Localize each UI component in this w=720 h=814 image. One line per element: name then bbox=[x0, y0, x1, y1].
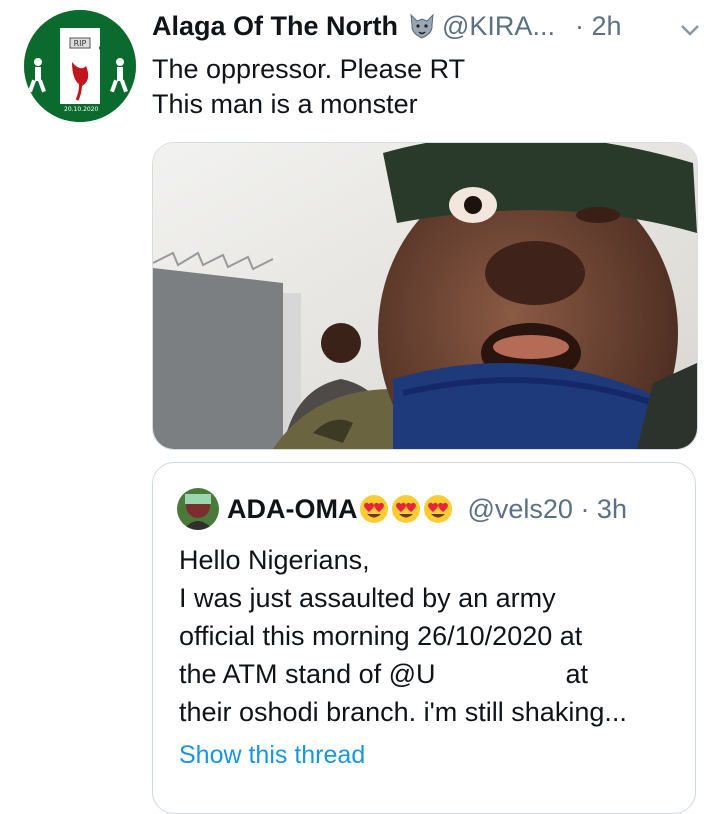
author-avatar[interactable]: RIP 20.10.2020 bbox=[24, 10, 136, 122]
quoted-author-avatar[interactable] bbox=[177, 488, 219, 530]
wolf-face-icon bbox=[408, 12, 436, 40]
tweet-text-line: The oppressor. Please RT bbox=[152, 54, 466, 84]
tweet-screen: { "tweet": { "author_name": "Alaga Of Th… bbox=[0, 0, 720, 814]
author-name[interactable]: Alaga Of The North bbox=[152, 11, 398, 42]
heart-eyes-icon bbox=[359, 494, 389, 524]
quoted-author-handle[interactable]: @vels20 · 3h bbox=[467, 494, 626, 525]
tweet-text-line: This man is a monster bbox=[152, 89, 418, 119]
redaction-block bbox=[435, 662, 566, 689]
quoted-tweet-card[interactable]: ADA-OMA @vels20 · 3h Hello Nigerians, I … bbox=[152, 462, 696, 814]
quoted-text-line: I was just assaulted by an army bbox=[179, 583, 556, 613]
tweet-media[interactable] bbox=[152, 142, 698, 450]
quoted-text-line: their oshodi branch. i'm still shaking..… bbox=[179, 697, 627, 727]
svg-text:RIP: RIP bbox=[74, 39, 87, 48]
quoted-author-name[interactable]: ADA-OMA bbox=[227, 494, 357, 525]
mention-partial[interactable]: the ATM stand of @U bbox=[179, 659, 436, 689]
video-thumbnail bbox=[153, 143, 697, 449]
heart-eyes-icon bbox=[391, 494, 421, 524]
quoted-text-line: official this morning 26/10/2020 at bbox=[179, 621, 583, 651]
tweet-header: Alaga Of The North @KIRA... · 2h bbox=[152, 8, 702, 44]
tweet-text: The oppressor. Please RT This man is a m… bbox=[152, 52, 465, 122]
show-thread-link[interactable]: Show this thread bbox=[179, 741, 365, 770]
chevron-down-icon[interactable] bbox=[678, 16, 702, 36]
quoted-tweet-text: Hello Nigerians, I was just assaulted by … bbox=[179, 541, 627, 731]
quoted-text-line: the ATM stand of @U at bbox=[179, 655, 627, 693]
heart-eyes-icon bbox=[423, 494, 453, 524]
author-handle[interactable]: @KIRA... bbox=[442, 11, 555, 42]
quoted-text-fragment: at bbox=[565, 659, 589, 689]
quoted-text-line: Hello Nigerians, bbox=[179, 545, 370, 575]
avatar-caption: 20.10.2020 bbox=[64, 106, 99, 113]
tweet-time[interactable]: · 2h bbox=[575, 11, 622, 42]
quoted-tweet-header: ADA-OMA @vels20 · 3h bbox=[177, 487, 627, 531]
